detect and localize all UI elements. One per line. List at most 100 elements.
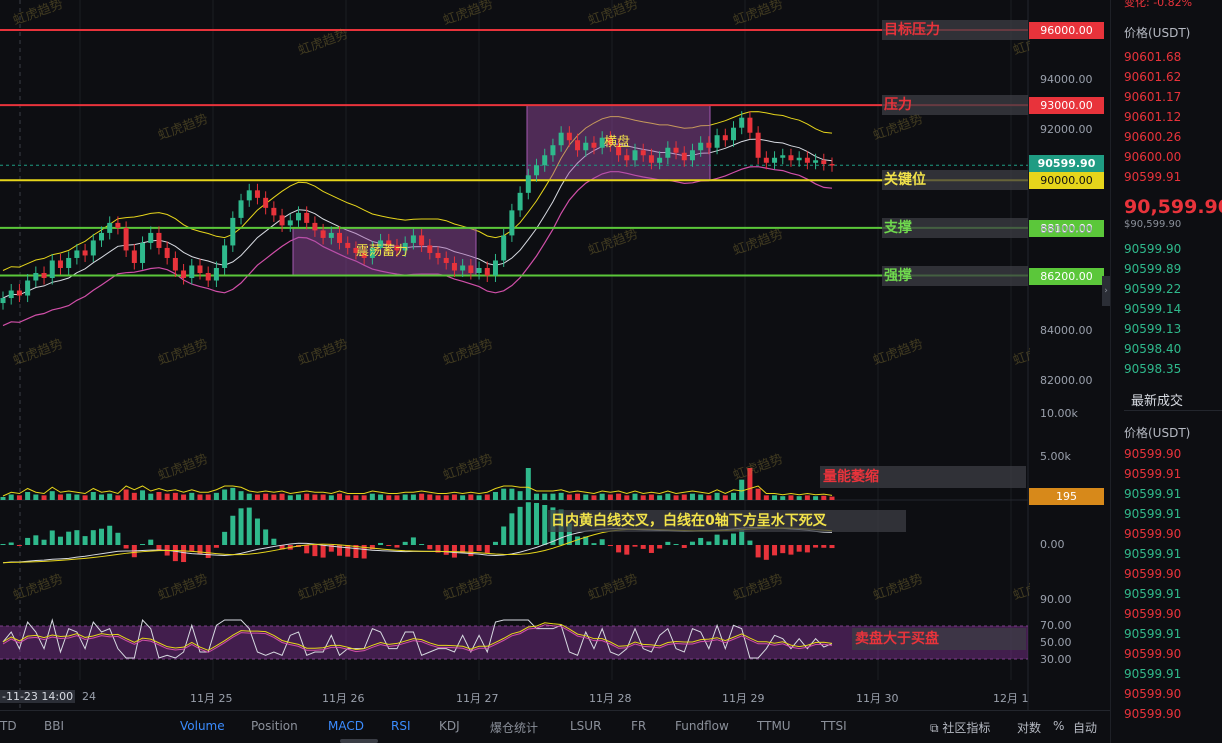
macd-histogram-bar [591,543,597,545]
price-axis-tick: 82000.00 [1040,373,1093,387]
trade-price-row[interactable]: 90599.91 [1124,667,1181,681]
volume-bar [213,492,219,500]
candle-body [254,190,260,198]
rsi-note: 卖盘大于买盘 [852,628,1026,650]
volume-bar [57,494,63,500]
watermark-text: 虹虎趋势 [156,451,210,484]
volume-bar [821,495,827,500]
volume-bar [254,494,260,500]
macd-histogram-bar [98,528,104,545]
volume-bar [148,493,154,500]
trade-price-row[interactable]: 90599.91 [1124,467,1181,481]
ask-price-row[interactable]: 90601.62 [1124,70,1181,84]
trade-price-row[interactable]: 90599.91 [1124,547,1181,561]
bid-price-row[interactable]: 90599.90 [1124,242,1181,256]
indicator-tab-lsur[interactable]: LSUR [570,719,601,733]
candle-body [49,260,55,279]
macd-histogram-bar [197,545,203,555]
indicator-tab-td[interactable]: TD [0,719,17,733]
ask-price-row[interactable]: 90601.17 [1124,90,1181,104]
candle-body [468,265,474,273]
candle-body [772,157,778,163]
candle-body [575,140,581,151]
trade-price-row[interactable]: 90599.91 [1124,487,1181,501]
indicator-tab-fundflow[interactable]: Fundflow [675,719,729,733]
trade-price-row[interactable]: 90599.90 [1124,647,1181,661]
price-chart[interactable]: 虹虎趋势虹虎趋势虹虎趋势虹虎趋势 虹虎趋势 虹虎趋势虹虎趋势虹虎趋势虹虎趋势 虹虎趋势… [0,0,1030,710]
level-price-tag-2: 90000.00 [1029,172,1104,190]
volume-bar [501,488,507,500]
candle-body [706,142,712,148]
candle-body [189,265,195,279]
trade-price-row[interactable]: 90599.90 [1124,607,1181,621]
macd-histogram-bar [443,545,449,555]
watermark-text: 虹虎趋势 [871,336,925,369]
trade-price-row[interactable]: 90599.91 [1124,627,1181,641]
latest-trades-title[interactable]: 最新成交 [1131,390,1183,409]
trade-price-row[interactable]: 90599.90 [1124,567,1181,581]
volume-bar [468,494,474,500]
indicator-tab-macd[interactable]: MACD [328,719,364,733]
trade-price-row[interactable]: 90599.90 [1124,687,1181,701]
candle-body [501,235,507,261]
indicator-tab-volume[interactable]: Volume [180,719,225,733]
indicator-tab-fr[interactable]: FR [631,719,646,733]
watermark-text: 虹虎趋势 [156,336,210,369]
ask-price-row[interactable]: 90599.91 [1124,170,1181,184]
macd-histogram-bar [427,545,433,550]
volume-bar [172,492,178,500]
indicator-tab-kdj[interactable]: KDJ [439,719,460,733]
indicator-tab-bbi[interactable]: BBI [44,719,64,733]
candle-body [279,215,285,226]
macd-histogram-bar [263,529,269,545]
volume-bar [731,492,737,500]
bid-price-row[interactable]: 90599.14 [1124,302,1181,316]
indicator-tab-ttmu[interactable]: TTMU [757,719,791,733]
x-tick-dec1: 12月 1 [993,692,1029,705]
trade-price-row[interactable]: 90599.90 [1124,447,1181,461]
volume-bar [0,497,6,500]
indicator-tab-rsi[interactable]: RSI [391,719,411,733]
bid-price-row[interactable]: 90598.40 [1124,342,1181,356]
candle-body [632,150,638,161]
bid-price-row[interactable]: 90599.13 [1124,322,1181,336]
volume-bar [394,495,400,500]
volume-bar [804,495,810,500]
trade-price-row[interactable]: 90599.90 [1124,707,1181,721]
volume-bar [575,493,581,500]
auto-scale-toggle[interactable]: 自动 [1073,719,1097,736]
trade-price-row[interactable]: 90599.91 [1124,507,1181,521]
candle-body [722,135,728,141]
volume-bar [681,494,687,500]
volume-bar [156,492,162,500]
bid-price-row[interactable]: 90599.22 [1124,282,1181,296]
indicator-tab-爆仓统计[interactable]: 爆仓统计 [490,719,538,736]
trade-price-row[interactable]: 90599.90 [1124,527,1181,541]
macd-histogram-bar [829,545,835,549]
ask-price-row[interactable]: 90600.26 [1124,130,1181,144]
bid-price-row[interactable]: 90598.35 [1124,362,1181,376]
ask-price-row[interactable]: 90600.00 [1124,150,1181,164]
macd-histogram-bar [213,545,219,548]
candle-body [164,247,170,258]
macd-histogram-bar [8,542,14,545]
trade-price-row[interactable]: 90599.91 [1124,587,1181,601]
ask-price-row[interactable]: 90601.12 [1124,110,1181,124]
macd-histogram-bar [25,537,31,545]
candle-body [443,257,449,263]
volume-bar [369,493,375,500]
panel-collapse-handle[interactable]: › [1102,276,1110,306]
percent-toggle[interactable]: % [1053,719,1064,733]
log-scale-toggle[interactable]: 对数 [1017,719,1041,736]
macd-histogram-bar [394,545,400,548]
indicator-tab-ttsi[interactable]: TTSI [821,719,847,733]
bid-price-row[interactable]: 90599.89 [1124,262,1181,276]
watermark-text: 虹虎趋势 [586,226,640,259]
volume-bar [525,468,531,500]
candle-body [681,152,687,161]
tab-scroll-indicator[interactable] [340,739,378,743]
ask-price-row[interactable]: 90601.68 [1124,50,1181,64]
community-indicators-button[interactable]: ⧉ 社区指标 [930,719,990,736]
candle-body [673,147,679,153]
indicator-tab-position[interactable]: Position [251,719,298,733]
